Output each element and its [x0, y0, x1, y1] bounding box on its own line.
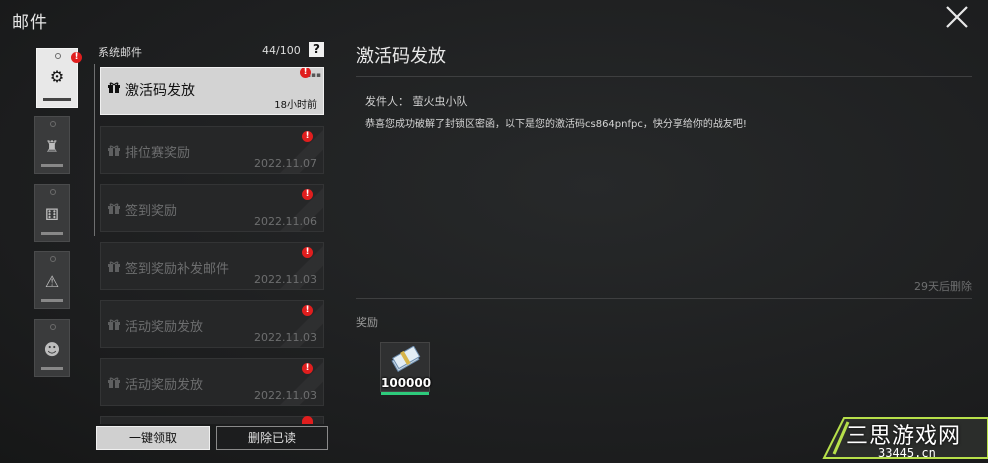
reward-quantity: 100000 [381, 376, 432, 390]
watermark-url: 33445.cn [878, 446, 936, 460]
trophy-icon: ♜ [44, 137, 60, 156]
delete-read-button[interactable]: 删除已读 [216, 426, 328, 450]
gift-icon [108, 377, 120, 388]
unread-badge: ! [300, 68, 311, 78]
category-tab-character[interactable]: ☻ [34, 319, 70, 377]
tag-hole [50, 324, 56, 330]
help-icon[interactable]: ? [309, 42, 324, 57]
mail-subject: 激活码发放 [125, 83, 195, 99]
barcode [41, 299, 63, 302]
unread-badge: ! [302, 131, 313, 142]
mail-time: 2022.11.03 [254, 331, 317, 344]
warning-icon: ⚠ [44, 272, 60, 291]
mail-time: 2022.11.06 [254, 215, 317, 228]
rarity-bar [381, 392, 429, 395]
close-icon[interactable] [942, 2, 972, 32]
reward-item[interactable]: 100000 [380, 342, 432, 395]
gear-icon: ⚙ [49, 67, 65, 86]
rewards-label: 奖励 [356, 316, 378, 329]
cash-bundle-icon [391, 346, 421, 373]
unread-badge: ! [71, 52, 82, 63]
mail-item[interactable]: 签到奖励 2022.11.06 ! [100, 184, 324, 232]
mail-subject: 活动奖励发放 [125, 320, 204, 335]
mail-time: 2022.11.03 [254, 389, 317, 402]
mail-list-label: 系统邮件 [98, 46, 142, 59]
gift-icon [108, 203, 120, 214]
divider [356, 298, 972, 299]
gift-icon [108, 261, 120, 272]
mail-item[interactable]: 排位赛奖励 2022.11.07 ! [100, 126, 324, 174]
mail-sender: 发件人： 萤火虫小队 [365, 95, 468, 108]
divider [356, 76, 972, 77]
mail-body: 恭喜您成功破解了封锁区密函，以下是您的激活码cs864pnfpc，快分享给你的战… [365, 119, 747, 130]
mail-time: 18小时前 [274, 100, 317, 111]
mail-subject: 签到奖励 [125, 204, 178, 219]
barcode [41, 164, 63, 167]
gift-icon [108, 145, 120, 156]
tag-hole [50, 256, 56, 262]
mail-item[interactable]: 活动奖励发放 2022.11.03 ! [100, 300, 324, 348]
barcode [41, 367, 63, 370]
tag-hole [50, 189, 56, 195]
mail-item-partial[interactable] [100, 416, 324, 424]
category-tab-dice[interactable]: ⚅ [34, 184, 70, 242]
barcode [43, 98, 71, 101]
mail-time: 2022.11.07 [254, 157, 317, 170]
gift-icon [108, 319, 120, 330]
tag-hole [50, 121, 56, 127]
expire-note: 29天后删除 [914, 280, 972, 293]
category-tab-competition[interactable]: ♜ [34, 116, 70, 174]
category-tab-warning[interactable]: ⚠ [34, 251, 70, 309]
character-icon: ☻ [43, 340, 61, 359]
claim-all-button[interactable]: 一键领取 [96, 426, 210, 450]
unread-badge: ! [302, 363, 313, 374]
dice-icon: ⚅ [45, 205, 59, 224]
mail-item[interactable]: 签到奖励补发邮件 2022.11.03 ! [100, 242, 324, 290]
mail-subject: 签到奖励补发邮件 [125, 262, 230, 277]
mail-detail-title: 激活码发放 [356, 46, 446, 67]
mail-subject: 排位赛奖励 [125, 146, 191, 161]
list-scroll-track[interactable] [94, 64, 95, 236]
page-title: 邮件 [12, 13, 48, 33]
mail-count: 44/100 [262, 44, 301, 57]
unread-badge: ! [302, 247, 313, 258]
unread-badge: ! [302, 305, 313, 316]
mail-subject: 活动奖励发放 [125, 378, 204, 393]
category-tab-system[interactable]: ⚙ ! [36, 48, 82, 108]
tag-hole [55, 53, 61, 59]
unread-badge: ! [302, 189, 313, 200]
mail-item[interactable]: 活动奖励发放 2022.11.03 ! [100, 358, 324, 406]
gift-icon [108, 82, 120, 93]
mail-item[interactable]: 激活码发放 18小时前 ▪ ▪ ▪ ! [100, 67, 324, 115]
mail-time: 2022.11.03 [254, 273, 317, 286]
unread-badge [302, 416, 313, 424]
barcode [41, 232, 63, 235]
